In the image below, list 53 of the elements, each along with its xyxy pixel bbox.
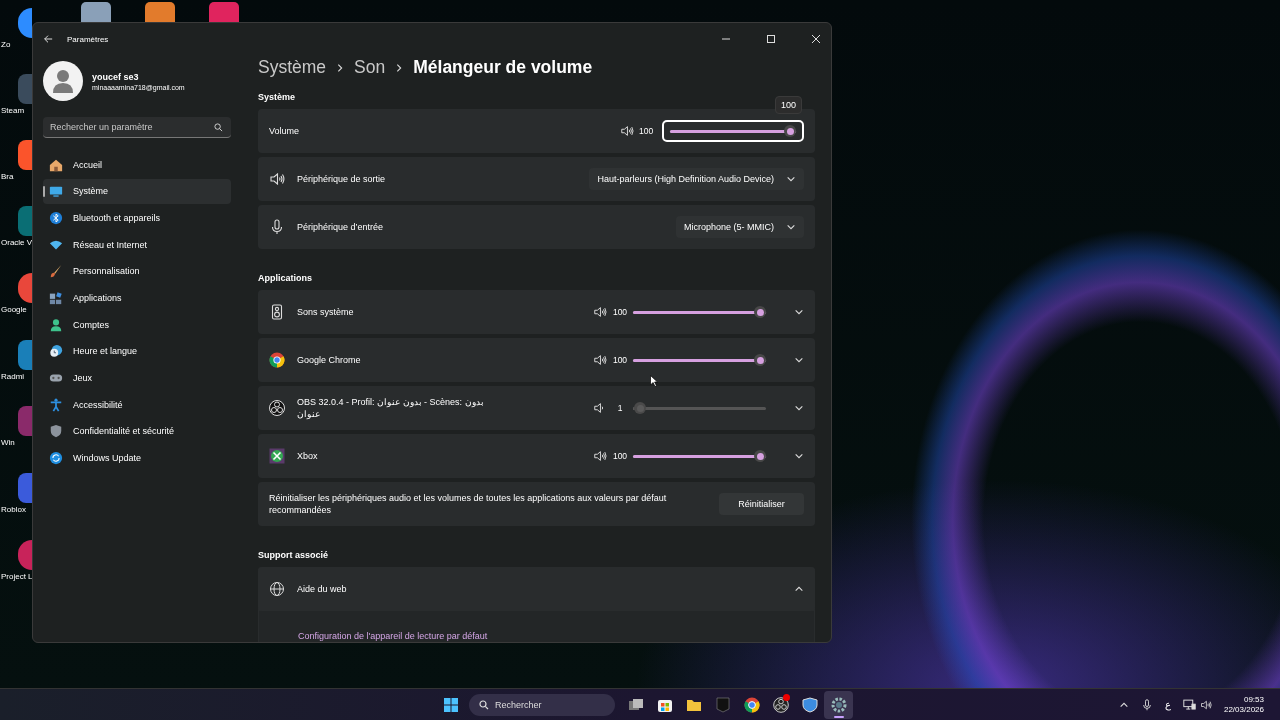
breadcrumb-item: Mélangeur de volume <box>413 57 593 78</box>
sidebar-item[interactable]: Windows Update <box>43 445 231 471</box>
window-title: Paramètres <box>67 34 109 44</box>
search-field[interactable]: Rechercher un paramètre <box>43 117 231 138</box>
setting-label: Volume <box>269 126 300 136</box>
reset-button[interactable]: Réinitialiser <box>719 493 804 515</box>
support-item-label[interactable]: Aide du web <box>297 584 347 594</box>
sidebar-item[interactable]: Jeux <box>43 365 231 391</box>
clock-time[interactable]: 09:53 <box>1243 694 1264 705</box>
desktop-icon-label: Radmi <box>0 372 25 381</box>
clock-date[interactable]: 22/03/2026 <box>1223 704 1264 715</box>
volume-reading: 1 <box>616 403 624 413</box>
help-link[interactable]: Configuration de l'appareil de lecture par défaut <box>298 631 488 641</box>
breadcrumb-item[interactable]: Système <box>258 57 327 78</box>
sidebar-item[interactable]: Réseau et Internet <box>43 232 231 258</box>
sidebar-item[interactable]: Personnalisation <box>43 258 231 284</box>
sidebar-item[interactable]: Confidentialité et sécurité <box>43 418 231 444</box>
app-name: OBS 32.0.4 - Profil: بدون عنوان - Scènes: بدون عنوان <box>297 396 485 420</box>
desktop-icon-label: Win <box>0 438 15 447</box>
volume-reading: 100 <box>611 451 629 461</box>
sidebar-item[interactable]: Comptes <box>43 312 231 338</box>
sidebar-item[interactable]: Heure et langue <box>43 338 231 364</box>
section-heading: Système <box>258 92 297 102</box>
tooltip: 100 <box>774 96 802 114</box>
volume-reading: 100 <box>639 126 655 136</box>
reset-description: Réinitialiser les périphériques audio et les volumes de toutes les applications aux valeurs par défaut recommandées <box>269 492 668 516</box>
sidebar-item[interactable]: Accessibilité <box>43 392 231 418</box>
desktop-icon-label: Oracle Vi <box>0 238 34 247</box>
sidebar-item[interactable]: Système <box>43 178 231 204</box>
user-name: youcef se3 <box>92 71 140 82</box>
desktop-icon-label: Bra <box>0 172 14 181</box>
desktop-icon-label: Zo <box>0 40 11 49</box>
setting-label: Périphérique d’entrée <box>297 222 384 232</box>
desktop-icon-label: Steam <box>0 106 25 115</box>
sidebar-item[interactable]: Applications <box>43 285 231 311</box>
taskbar-search-field[interactable]: Rechercher <box>469 693 615 716</box>
app-name: Sons système <box>297 306 354 318</box>
desktop-icon-label: Roblox <box>0 505 26 514</box>
app-name: Xbox <box>297 450 318 462</box>
section-heading: Applications <box>258 273 313 283</box>
sidebar-item[interactable]: Accueil <box>43 152 231 177</box>
desktop-icon-label: Google <box>0 305 27 314</box>
sidebar-item[interactable]: Bluetooth et appareils <box>43 205 231 231</box>
device-dropdown[interactable]: Microphone (5- MMIC) <box>675 216 804 238</box>
desktop-icon-label: Project L <box>0 572 33 581</box>
breadcrumb-item[interactable]: Son <box>354 57 386 78</box>
device-dropdown[interactable]: Haut-parleurs (High Definition Audio Device) <box>589 168 804 190</box>
volume-reading: 100 <box>611 307 629 317</box>
section-heading: Support associé <box>258 550 330 560</box>
keyboard-language[interactable]: ع <box>1164 699 1171 710</box>
volume-reading: 100 <box>611 355 629 365</box>
setting-label: Périphérique de sortie <box>297 174 386 184</box>
app-name: Google Chrome <box>297 354 361 366</box>
